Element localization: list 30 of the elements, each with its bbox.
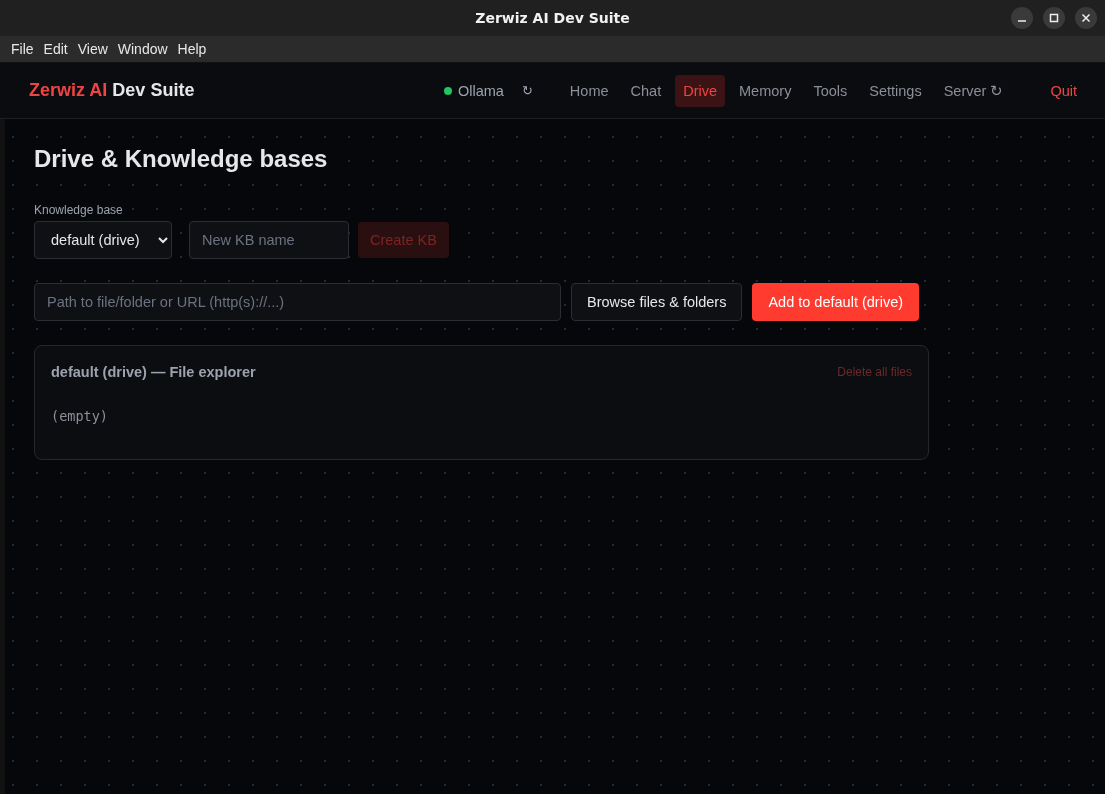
brand-name: Dev Suite [112,80,195,101]
knowledge-base-select[interactable]: default (drive) [34,221,172,259]
status-label: Ollama [457,82,504,99]
add-button[interactable]: Add to default (drive) [752,283,920,321]
browse-button[interactable]: Browse files & folders [571,283,743,321]
minimize-icon[interactable] [1011,7,1033,29]
window-title: Zerwiz AI Dev Suite [475,10,630,26]
path-field[interactable]: Path to file/folder or URL (http(s)://...) [34,283,561,321]
nav-tab[interactable]: Server ↻ [935,74,1012,107]
menu-item[interactable]: Window [112,41,173,57]
quit-button[interactable]: Quit [1044,74,1083,107]
close-icon[interactable] [1075,7,1097,29]
refresh-button[interactable]: ↻ [521,83,533,98]
maximize-icon[interactable] [1043,7,1065,29]
nav-tab[interactable]: Settings [861,74,930,107]
brand-name: Zerwiz AI [29,80,108,101]
menu-item[interactable]: View [72,41,113,57]
nav-tab[interactable]: Chat [622,74,670,107]
menu-item[interactable]: Edit [38,41,73,57]
nav-tab[interactable]: Drive [675,74,725,107]
nav-tab[interactable]: Memory [731,74,800,107]
page-heading: Drive & Knowledge bases [34,145,329,173]
menu-item[interactable]: Help [172,41,212,57]
empty-text: (empty) [51,408,108,424]
panel-title: default (drive) — File explorer [51,364,256,380]
kb-name-field[interactable]: New KB name [189,221,349,259]
menu-item[interactable]: File [6,41,39,57]
nav-tab[interactable]: Home [561,74,617,107]
nav-tab[interactable]: Tools [805,74,856,107]
field-label: Knowledge base [34,203,124,217]
